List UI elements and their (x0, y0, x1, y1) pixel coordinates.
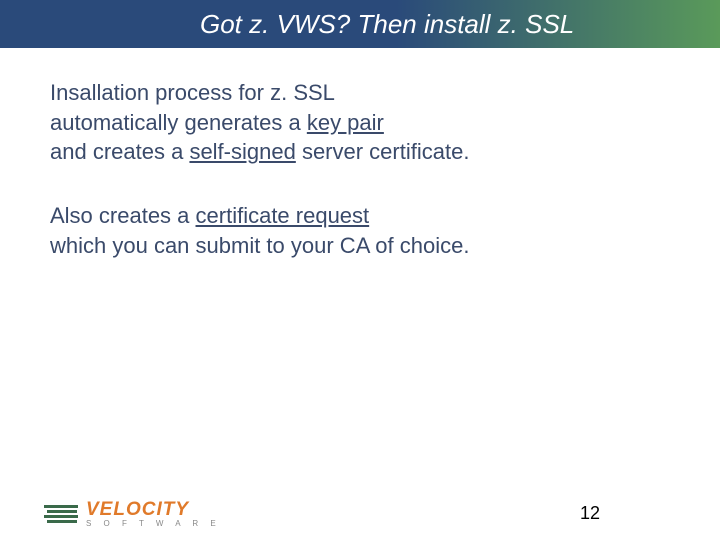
paragraph-2: Also creates a certificate request which… (50, 201, 670, 260)
slide-title: Got z. VWS? Then install z. SSL (200, 9, 574, 40)
page-number: 12 (580, 503, 600, 524)
p1-keypair: key pair (307, 110, 384, 135)
velocity-logo: VELOCITY S O F T W A R E (44, 500, 221, 528)
paragraph-1: Insallation process for z. SSL automatic… (50, 78, 670, 167)
slide-footer: VELOCITY S O F T W A R E 12 (0, 474, 720, 530)
logo-bars-icon (44, 505, 78, 523)
p1-selfsigned: self-signed (189, 139, 295, 164)
p1-text-mid: and creates a (50, 139, 189, 164)
p2-text-post: which you can submit to your CA of choic… (50, 233, 469, 258)
title-band: Got z. VWS? Then install z. SSL (0, 0, 720, 48)
p2-text-pre: Also creates a (50, 203, 196, 228)
logo-brand: VELOCITY (86, 500, 221, 519)
logo-subbrand: S O F T W A R E (86, 520, 221, 528)
p1-text-pre: Insallation process for z. SSL automatic… (50, 80, 335, 135)
logo-text: VELOCITY S O F T W A R E (86, 500, 221, 528)
p2-certreq: certificate request (196, 203, 370, 228)
p1-text-post: server certificate. (296, 139, 470, 164)
slide-body: Insallation process for z. SSL automatic… (0, 48, 720, 260)
